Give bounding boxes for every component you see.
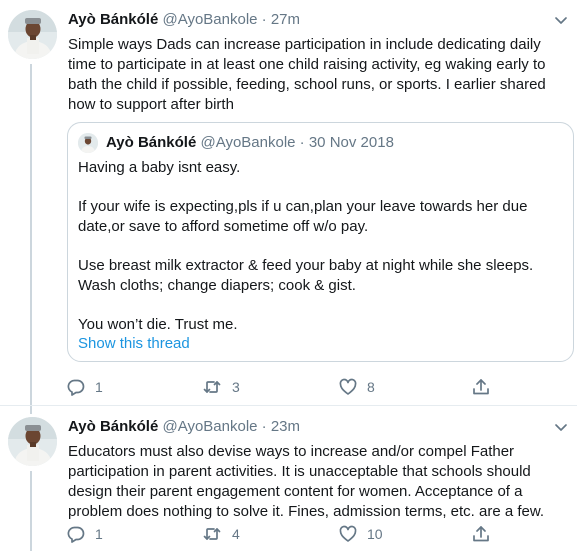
avatar[interactable] xyxy=(8,417,57,466)
avatar[interactable] xyxy=(8,10,57,59)
reply-icon xyxy=(67,379,85,396)
reply-count: 1 xyxy=(95,379,103,395)
retweet-count: 3 xyxy=(232,379,240,395)
author-handle[interactable]: @AyoBankole xyxy=(162,418,257,435)
separator-dot: · xyxy=(299,134,305,151)
thread-line xyxy=(30,406,32,414)
tweet-text: Simple ways Dads can increase participat… xyxy=(68,36,546,113)
share-icon xyxy=(473,526,489,542)
tweet[interactable]: Ayò Bánkólé @AyoBankole · 27m Simple way… xyxy=(0,0,577,406)
share-button[interactable] xyxy=(472,523,490,545)
thread-line xyxy=(30,64,32,406)
author-name[interactable]: Ayò Bánkólé xyxy=(68,11,158,28)
like-icon xyxy=(339,378,357,395)
timestamp[interactable]: 27m xyxy=(271,11,300,28)
quoted-text: Having a baby isnt easy. If your wife is… xyxy=(78,158,558,335)
tweet-header: Ayò Bánkólé @AyoBankole · 27m xyxy=(68,10,300,30)
quoted-header: Ayò Bánkólé @AyoBankole · 30 Nov 2018 xyxy=(106,133,394,153)
tweet-header: Ayò Bánkólé @AyoBankole · 23m xyxy=(68,417,300,437)
quoted-line: If your wife is expecting,pls if u can,p… xyxy=(78,198,528,235)
like-count: 8 xyxy=(367,379,375,395)
retweet-button[interactable]: 4 xyxy=(202,523,240,545)
chevron-down-icon[interactable] xyxy=(553,14,569,28)
chevron-down-icon[interactable] xyxy=(553,421,569,435)
reply-button[interactable]: 1 xyxy=(67,523,103,545)
quoted-tweet[interactable]: Ayò Bánkólé @AyoBankole · 30 Nov 2018 Ha… xyxy=(67,122,574,362)
like-button[interactable]: 10 xyxy=(339,523,383,545)
retweet-count: 4 xyxy=(232,526,240,542)
quoted-avatar xyxy=(78,133,98,153)
tweet-actions: 1 3 8 xyxy=(0,376,577,398)
quoted-author-handle: @AyoBankole xyxy=(200,134,296,151)
like-icon xyxy=(339,525,357,542)
quoted-line: You won’t die. Trust me. xyxy=(78,316,238,333)
like-count: 10 xyxy=(367,526,383,542)
reply-icon xyxy=(67,526,85,543)
retweet-icon xyxy=(203,528,221,540)
retweet-icon xyxy=(203,381,221,393)
separator-dot: · xyxy=(261,11,267,28)
quoted-line: Having a baby isnt easy. xyxy=(78,159,241,176)
show-thread-link[interactable]: Show this thread xyxy=(78,334,190,354)
retweet-button[interactable]: 3 xyxy=(202,376,240,398)
tweet-text: Educators must also devise ways to incre… xyxy=(68,443,545,520)
separator-dot: · xyxy=(261,418,267,435)
tweet-actions: 1 4 10 xyxy=(0,523,577,545)
author-handle[interactable]: @AyoBankole xyxy=(162,11,257,28)
share-button[interactable] xyxy=(472,376,490,398)
quoted-line: Use breast milk extractor & feed your ba… xyxy=(78,257,534,294)
reply-button[interactable]: 1 xyxy=(67,376,103,398)
share-icon xyxy=(473,379,489,395)
reply-count: 1 xyxy=(95,526,103,542)
timestamp[interactable]: 23m xyxy=(271,418,300,435)
quoted-author-name: Ayò Bánkólé xyxy=(106,134,197,151)
quoted-date: 30 Nov 2018 xyxy=(308,134,394,151)
author-name[interactable]: Ayò Bánkólé xyxy=(68,418,158,435)
like-button[interactable]: 8 xyxy=(339,376,375,398)
tweet[interactable]: Ayò Bánkólé @AyoBankole · 23m Educators … xyxy=(0,406,577,551)
